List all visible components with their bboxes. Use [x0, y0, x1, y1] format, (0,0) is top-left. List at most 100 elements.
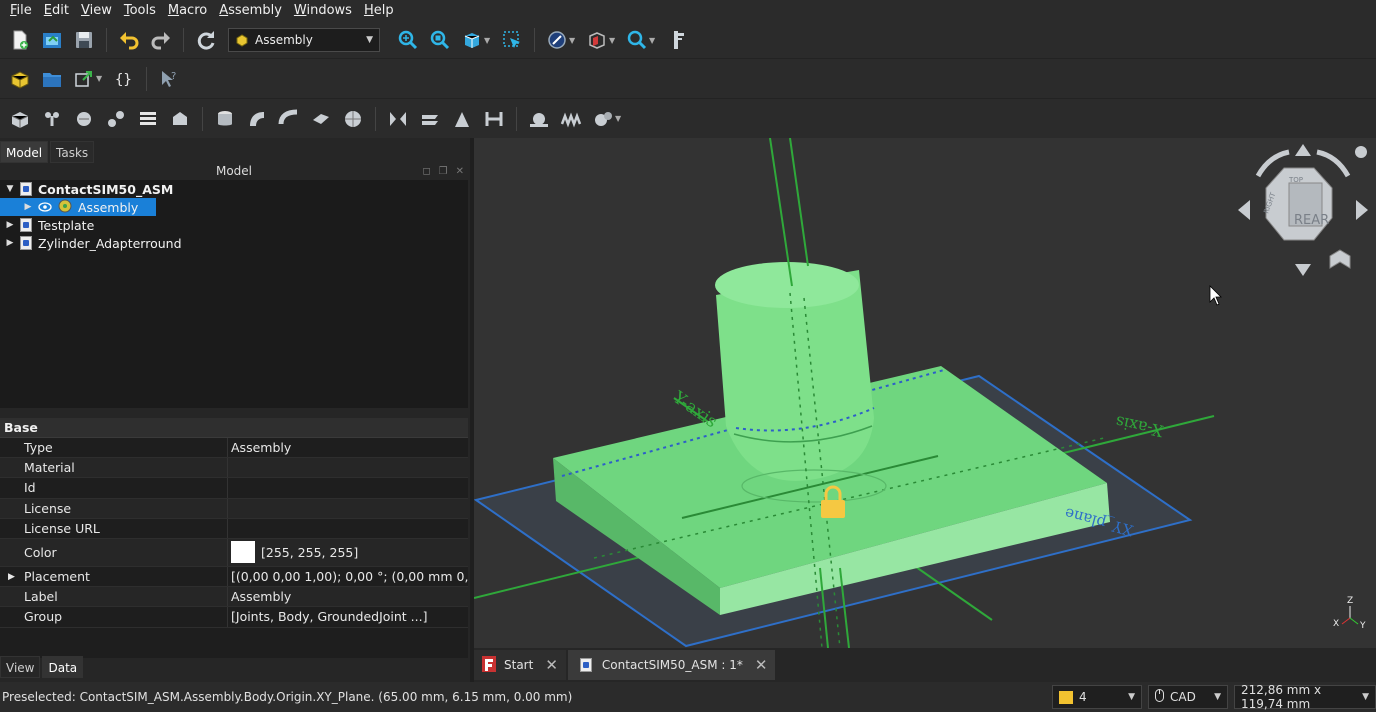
navigation-cube[interactable]: REAR TOP RIGHT	[1238, 144, 1368, 276]
bounding-box-button[interactable]	[497, 25, 527, 55]
link-button[interactable]	[69, 64, 99, 94]
expand-arrow-icon[interactable]: ▶	[8, 567, 15, 587]
property-row-placement[interactable]: ▶ Placement [(0,00 0,00 1,00); 0,00 °; (0,…	[0, 566, 468, 588]
navcube-menu-icon[interactable]	[1355, 146, 1367, 158]
std-views-button[interactable]	[457, 25, 487, 55]
workbench-selector[interactable]: Assembly ▼	[228, 28, 380, 52]
revolute-joint-button[interactable]	[242, 104, 272, 134]
variable-set-button[interactable]: {}	[109, 64, 139, 94]
panel-float-icon[interactable]: ❐	[439, 166, 448, 177]
property-value[interactable]: [255, 255, 255]	[228, 539, 468, 566]
chevron-down-icon[interactable]: ▼	[569, 36, 577, 45]
navcube-arrow-right-icon[interactable]	[1356, 200, 1368, 220]
property-value[interactable]	[228, 519, 468, 538]
save-button[interactable]	[69, 25, 99, 55]
dimension-display[interactable]: 212,86 mm x 119,74 mm ▼	[1234, 683, 1376, 711]
ball-joint-button[interactable]	[338, 104, 368, 134]
notification-counter[interactable]: 4 ▼	[1052, 685, 1142, 709]
property-value[interactable]: Assembly	[228, 587, 468, 606]
3d-viewport[interactable]: Y-axis X-axis XY_plane REAR TOP RIGHT Z …	[474, 138, 1376, 648]
fit-selection-button[interactable]	[425, 25, 455, 55]
explode-button[interactable]	[69, 104, 99, 134]
chevron-down-icon[interactable]: ▼	[484, 36, 492, 45]
slider-joint-button[interactable]	[306, 104, 336, 134]
ground-button[interactable]	[165, 104, 195, 134]
navcube-arrow-down-icon[interactable]	[1295, 264, 1311, 276]
property-value[interactable]: [Joints, Body, GroundedJoint ...]	[228, 607, 468, 626]
close-icon[interactable]: ✕	[755, 656, 768, 674]
tree-item-assembly[interactable]: ▶ Assembly	[0, 198, 468, 216]
property-row-license[interactable]: License	[0, 498, 468, 519]
menu-edit[interactable]: Edit	[38, 0, 75, 22]
create-part-button[interactable]	[5, 64, 35, 94]
create-group-button[interactable]	[37, 64, 67, 94]
parallel-joint-button[interactable]	[415, 104, 445, 134]
measure-button[interactable]	[662, 25, 692, 55]
fixed-joint-button[interactable]	[210, 104, 240, 134]
z-axis-line-2[interactable]	[789, 138, 809, 267]
menu-help[interactable]: Help	[358, 0, 400, 22]
property-value[interactable]	[228, 499, 468, 518]
tree-item-zylinder[interactable]: ▶ Zylinder_Adapterround	[0, 234, 468, 252]
navcube-mini-cube-icon[interactable]	[1329, 249, 1351, 269]
menu-tools[interactable]: Tools	[118, 0, 162, 22]
expand-arrow-icon[interactable]: ▼	[4, 184, 16, 194]
visibility-eye-icon[interactable]	[38, 200, 52, 215]
menu-windows[interactable]: Windows	[288, 0, 358, 22]
measure-zoom-button[interactable]	[622, 25, 652, 55]
tab-view[interactable]: View	[0, 656, 41, 678]
property-row-license-url[interactable]: License URL	[0, 518, 468, 539]
angle-joint-button[interactable]	[479, 104, 509, 134]
chevron-down-icon[interactable]: ▼	[609, 36, 617, 45]
cylinder-top-face[interactable]	[715, 262, 859, 308]
property-row-material[interactable]: Material	[0, 458, 468, 479]
tab-contactsim50-asm[interactable]: ContactSIM50_ASM : 1* ✕	[567, 650, 776, 680]
collapse-arrow-icon[interactable]: ▶	[4, 238, 16, 248]
3d-scene[interactable]: Y-axis X-axis XY_plane REAR TOP RIGHT Z …	[474, 138, 1376, 648]
redo-button[interactable]	[146, 25, 176, 55]
section-view-button[interactable]	[582, 25, 612, 55]
property-row-group[interactable]: Group [Joints, Body, GroundedJoint ...]	[0, 607, 468, 628]
tree-item-document[interactable]: ▼ ContactSIM50_ASM	[0, 180, 468, 198]
insert-component-button[interactable]	[5, 104, 35, 134]
close-icon[interactable]: ✕	[545, 656, 558, 674]
refresh-button[interactable]	[191, 25, 221, 55]
tab-data[interactable]: Data	[42, 656, 84, 678]
perpendicular-joint-button[interactable]	[447, 104, 477, 134]
simulation-button[interactable]	[101, 104, 131, 134]
draw-style-button[interactable]	[542, 25, 572, 55]
solve-assembly-button[interactable]	[37, 104, 67, 134]
property-value[interactable]	[228, 458, 468, 477]
gears-joint-button[interactable]	[524, 104, 554, 134]
navcube-arrow-up-icon[interactable]	[1295, 144, 1311, 156]
rack-pinion-button[interactable]	[556, 104, 586, 134]
navigation-style-selector[interactable]: CAD ▼	[1148, 685, 1228, 709]
collapse-arrow-icon[interactable]: ▶	[4, 220, 16, 230]
tree-item-testplate[interactable]: ▶ Testplate	[0, 216, 468, 234]
menu-file[interactable]: File	[4, 0, 38, 22]
color-swatch[interactable]	[231, 541, 255, 564]
collapse-arrow-icon[interactable]: ▶	[22, 202, 34, 212]
property-value[interactable]: Assembly	[228, 438, 468, 457]
open-document-button[interactable]	[37, 25, 67, 55]
property-row-type[interactable]: Type Assembly	[0, 438, 468, 459]
chevron-down-icon[interactable]: ▼	[649, 36, 657, 45]
property-row-label[interactable]: Label Assembly	[0, 587, 468, 608]
navcube-arrow-left-icon[interactable]	[1238, 200, 1250, 220]
distance-joint-button[interactable]	[383, 104, 413, 134]
property-row-id[interactable]: Id	[0, 478, 468, 499]
property-value[interactable]: [(0,00 0,00 1,00); 0,00 °; (0,00 mm 0,00…	[228, 567, 468, 586]
tab-start[interactable]: Start ✕	[474, 650, 566, 680]
menu-assembly[interactable]: Assembly	[213, 0, 288, 22]
property-value[interactable]	[228, 478, 468, 497]
panel-close-icon[interactable]: ✕	[456, 166, 464, 177]
bom-button[interactable]	[133, 104, 163, 134]
panel-maximize-icon[interactable]: ◻	[422, 166, 430, 177]
whats-this-button[interactable]: ?	[154, 64, 184, 94]
tab-tasks[interactable]: Tasks	[50, 141, 95, 163]
undo-button[interactable]	[114, 25, 144, 55]
menu-view[interactable]: View	[75, 0, 118, 22]
property-row-color[interactable]: Color [255, 255, 255]	[0, 538, 468, 567]
chevron-down-icon[interactable]: ▼	[96, 74, 104, 83]
cylindrical-joint-button[interactable]	[274, 104, 304, 134]
